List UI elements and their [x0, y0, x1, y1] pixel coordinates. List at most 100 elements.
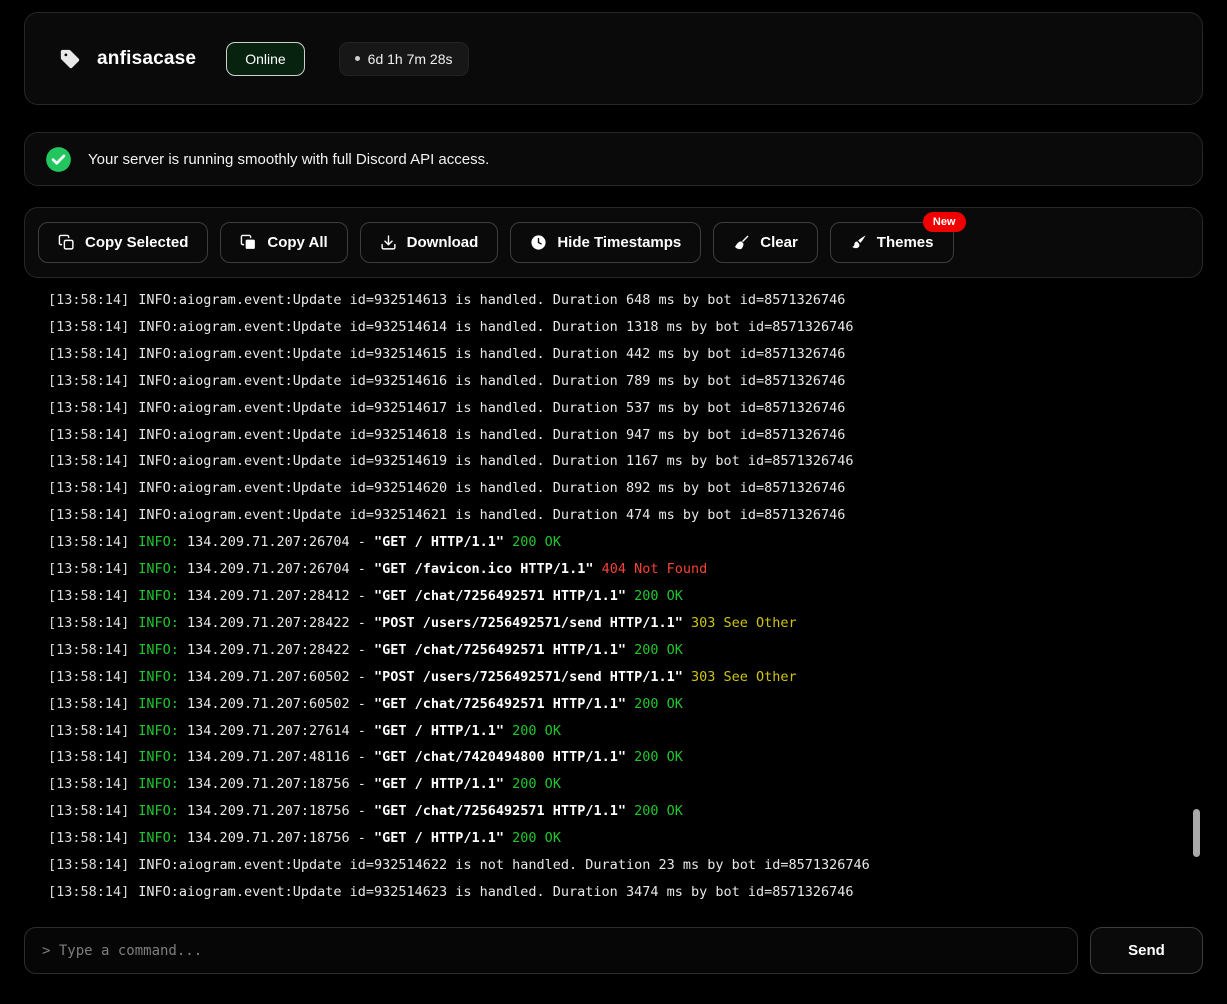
banner-message: Your server is running smoothly with ful… — [88, 150, 490, 168]
log-text: INFO: — [138, 830, 179, 847]
log-line[interactable]: [13:58:14] INFO: 134.209.71.207:28422 - "… — [48, 637, 1189, 664]
themes-button[interactable]: Themes New — [829, 212, 966, 263]
clear-button[interactable]: Clear — [713, 222, 818, 263]
log-text: 200 OK — [625, 587, 683, 604]
toolbar-button-label: Hide Timestamps — [557, 234, 682, 251]
log-text: INFO: — [138, 695, 179, 712]
log-line[interactable]: [13:58:14] INFO: 134.209.71.207:28422 - "… — [48, 610, 1189, 637]
log-text: 200 OK — [625, 641, 683, 658]
clock-icon — [530, 234, 547, 251]
toolbar: Copy Selected Copy All Download Hide Timest… — [24, 207, 1203, 278]
log-line[interactable]: [13:58:14] INFO:aiogram.event:Update id=9… — [48, 368, 1189, 395]
log-text: INFO: — [138, 587, 179, 604]
log-timestamp: [13:58:14] — [48, 776, 130, 793]
uptime-dot-icon — [354, 56, 360, 61]
toolbar-button-label: Themes — [876, 234, 934, 251]
log-line[interactable]: [13:58:14] INFO: 134.209.71.207:18756 - "… — [48, 771, 1189, 798]
log-text: INFO: — [138, 668, 179, 685]
log-text: INFO:aiogram.event:Update id=932514621 i… — [138, 507, 846, 524]
log-text: "GET /chat/7256492571 HTTP/1.1" — [374, 803, 626, 820]
log-text: 134.209.71.207:60502 - — [178, 668, 374, 685]
log-timestamp: [13:58:14] — [48, 695, 130, 712]
log-timestamp: [13:58:14] — [48, 561, 130, 578]
log-line[interactable]: [13:58:14] INFO:aiogram.event:Update id=9… — [48, 448, 1189, 475]
log-timestamp: [13:58:14] — [48, 507, 130, 524]
scrollbar-thumb[interactable] — [1193, 809, 1200, 857]
log-line[interactable]: [13:58:14] INFO:aiogram.event:Update id=9… — [48, 314, 1189, 341]
log-line[interactable]: [13:58:14] INFO: 134.209.71.207:18756 - "… — [48, 825, 1189, 852]
log-text: "GET /chat/7420494800 HTTP/1.1" — [374, 749, 626, 766]
log-line[interactable]: [13:58:14] INFO: 134.209.71.207:27614 - "… — [48, 718, 1189, 745]
copy-selected-button[interactable]: Copy Selected — [38, 222, 209, 263]
hide-timestamps-button[interactable]: Hide Timestamps — [510, 222, 702, 263]
log-line[interactable]: [13:58:14] INFO:aiogram.event:Update id=9… — [48, 287, 1189, 314]
log-text: 134.209.71.207:26704 - — [178, 534, 374, 551]
status-banner: Your server is running smoothly with ful… — [24, 132, 1203, 186]
log-text: 134.209.71.207:28412 - — [178, 587, 374, 604]
server-header: anfisacase Online 6d 1h 7m 28s — [24, 12, 1203, 105]
log-text: INFO:aiogram.event:Update id=932514620 i… — [138, 480, 846, 497]
log-text: 134.209.71.207:48116 - — [178, 749, 374, 766]
uptime-badge: 6d 1h 7m 28s — [338, 41, 469, 76]
log-line[interactable]: [13:58:14] INFO:aiogram.event:Update id=9… — [48, 341, 1189, 368]
command-bar: Send — [24, 927, 1203, 974]
log-text: INFO: — [138, 561, 179, 578]
log-text: INFO: — [138, 776, 179, 793]
log-text: 200 OK — [504, 830, 561, 847]
log-text: INFO: — [138, 641, 179, 658]
log-line[interactable]: [13:58:14] INFO: 134.209.71.207:60502 - "… — [48, 691, 1189, 718]
log-timestamp: [13:58:14] — [48, 480, 130, 497]
log-line[interactable]: [13:58:14] INFO:aiogram.event:Update id=9… — [48, 879, 1189, 906]
log-timestamp: [13:58:14] — [48, 345, 130, 362]
log-text: 200 OK — [625, 803, 683, 820]
log-timestamp: [13:58:14] — [48, 399, 130, 416]
log-line[interactable]: [13:58:14] INFO: 134.209.71.207:26704 - "… — [48, 529, 1189, 556]
log-line[interactable]: [13:58:14] INFO: 134.209.71.207:28412 - "… — [48, 583, 1189, 610]
log-line[interactable]: [13:58:14] INFO:aiogram.event:Update id=9… — [48, 852, 1189, 879]
log-text: INFO:aiogram.event:Update id=932514614 i… — [138, 318, 854, 335]
copy-icon — [58, 234, 75, 251]
toolbar-button-label: Copy All — [267, 234, 328, 251]
log-timestamp: [13:58:14] — [48, 668, 130, 685]
log-timestamp: [13:58:14] — [48, 883, 130, 900]
log-timestamp: [13:58:14] — [48, 587, 130, 604]
log-text: 200 OK — [625, 695, 683, 712]
download-icon — [380, 234, 397, 251]
log-line[interactable]: [13:58:14] INFO:aiogram.event:Update id=9… — [48, 422, 1189, 449]
log-text: 303 See Other — [682, 668, 797, 685]
log-text: 134.209.71.207:18756 - — [178, 830, 374, 847]
send-button[interactable]: Send — [1090, 927, 1203, 974]
log-timestamp: [13:58:14] — [48, 534, 130, 551]
log-text: 134.209.71.207:27614 - — [178, 722, 374, 739]
log-line[interactable]: [13:58:14] INFO: 134.209.71.207:48116 - "… — [48, 744, 1189, 771]
brush-icon — [850, 234, 867, 251]
log-text: 134.209.71.207:28422 - — [178, 614, 374, 631]
log-text: INFO: — [138, 534, 179, 551]
log-line[interactable]: [13:58:14] INFO:aiogram.event:Update id=9… — [48, 475, 1189, 502]
download-button[interactable]: Download — [359, 222, 499, 263]
log-text: 134.209.71.207:28422 - — [178, 641, 374, 658]
log-line[interactable]: [13:58:14] INFO:aiogram.event:Update id=9… — [48, 502, 1189, 529]
log-text: INFO:aiogram.event:Update id=932514615 i… — [138, 345, 846, 362]
log-text: INFO:aiogram.event:Update id=932514619 i… — [138, 453, 854, 470]
log-text: 134.209.71.207:18756 - — [178, 803, 374, 820]
log-line[interactable]: [13:58:14] INFO: 134.209.71.207:26704 - "… — [48, 556, 1189, 583]
log-timestamp: [13:58:14] — [48, 426, 130, 443]
command-input[interactable] — [24, 927, 1078, 974]
log-line[interactable]: [13:58:14] INFO: 134.209.71.207:60502 - "… — [48, 664, 1189, 691]
log-line[interactable]: [13:58:14] INFO:aiogram.event:Update id=9… — [48, 395, 1189, 422]
log-text: 134.209.71.207:26704 - — [178, 561, 374, 578]
copy-all-button[interactable]: Copy All — [220, 222, 348, 263]
new-badge: New — [922, 212, 966, 232]
uptime-value: 6d 1h 7m 28s — [367, 50, 453, 67]
log-line[interactable]: [13:58:14] INFO: 134.209.71.207:18756 - "… — [48, 798, 1189, 825]
log-text: "GET /chat/7256492571 HTTP/1.1" — [374, 587, 626, 604]
log-text: "GET /chat/7256492571 HTTP/1.1" — [374, 695, 626, 712]
log-text: INFO:aiogram.event:Update id=932514622 i… — [138, 857, 870, 874]
check-circle-icon — [45, 146, 72, 173]
log-timestamp: [13:58:14] — [48, 614, 130, 631]
log-text: "GET / HTTP/1.1" — [374, 776, 505, 793]
log-timestamp: [13:58:14] — [48, 318, 130, 335]
log-text: "GET / HTTP/1.1" — [374, 534, 505, 551]
log-timestamp: [13:58:14] — [48, 372, 130, 389]
